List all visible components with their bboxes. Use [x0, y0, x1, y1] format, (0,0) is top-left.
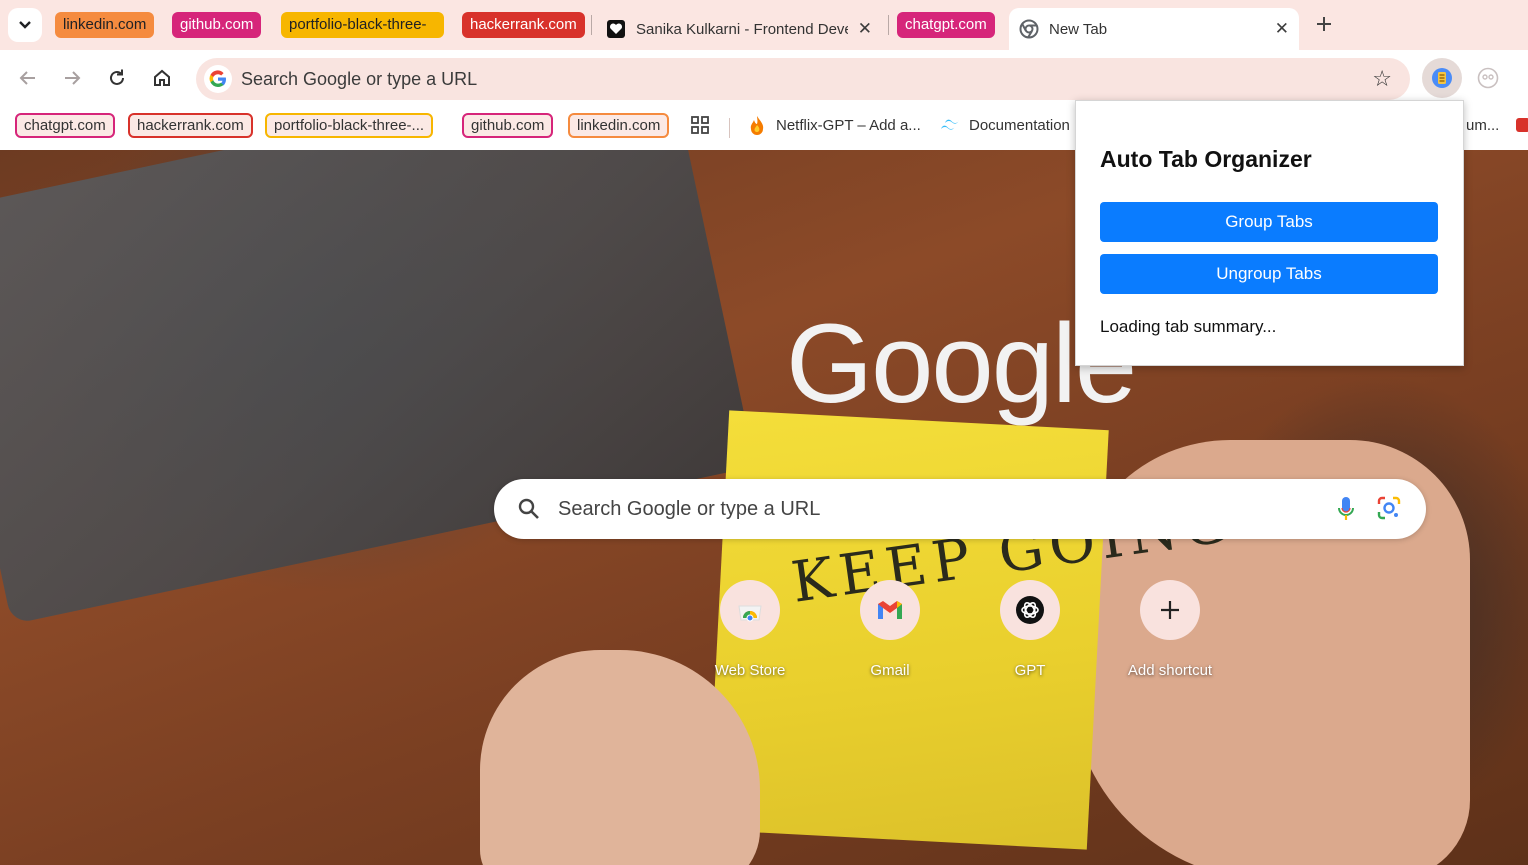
- search-icon: [518, 498, 539, 519]
- reload-icon: [110, 69, 124, 85]
- back-button[interactable]: [14, 64, 42, 92]
- shortcut-label: Gmail: [870, 662, 910, 679]
- firebase-flame-icon: [750, 116, 764, 135]
- shortcut-web-store[interactable]: Web Store: [694, 580, 806, 684]
- extension-button-tab-organizer[interactable]: [1422, 58, 1462, 98]
- tab-group-github[interactable]: github.com: [172, 12, 262, 38]
- tab-strip: linkedin.com github.com portfolio-black-…: [0, 0, 1528, 50]
- background-laptop: [0, 150, 756, 625]
- bookmark-group-linkedin[interactable]: linkedin.com: [568, 113, 670, 138]
- arrow-left-icon: [19, 71, 35, 85]
- bookmark-overflow-icon[interactable]: [1516, 114, 1528, 136]
- webstore-icon: [720, 580, 780, 640]
- tab-group-hackerrank[interactable]: hackerrank.com: [462, 12, 585, 38]
- tab-search-button[interactable]: [8, 8, 42, 42]
- extension-button-face[interactable]: [1472, 62, 1504, 94]
- tab-title: Sanika Kulkarni - Frontend Deve: [636, 20, 848, 38]
- tab-group-linkedin[interactable]: linkedin.com: [55, 12, 155, 38]
- address-bar-text: Search Google or type a URL: [241, 69, 478, 89]
- newtab-search-box[interactable]: Search Google or type a URL: [494, 479, 1426, 539]
- reload-button[interactable]: [103, 64, 131, 92]
- plus-icon: [1140, 580, 1200, 640]
- bookmark-group-chatgpt[interactable]: chatgpt.com: [15, 113, 115, 138]
- tab-portfolio[interactable]: Sanika Kulkarni - Frontend Deve ✕: [596, 8, 882, 50]
- openai-icon: [1000, 580, 1060, 640]
- microphone-icon[interactable]: [1336, 495, 1356, 523]
- face-extension-icon: [1477, 67, 1499, 89]
- shortcut-gpt[interactable]: GPT: [974, 580, 1086, 684]
- close-tab-icon[interactable]: ✕: [1275, 19, 1289, 39]
- extension-popup: Auto Tab Organizer Group Tabs Ungroup Ta…: [1075, 100, 1464, 366]
- close-tab-icon[interactable]: ✕: [858, 19, 872, 39]
- bookmark-group-portfolio[interactable]: portfolio-black-three-...: [265, 113, 434, 138]
- tab-group-chatgpt[interactable]: chatgpt.com: [897, 12, 995, 38]
- gmail-icon: [860, 580, 920, 640]
- bookmark-group-hackerrank[interactable]: hackerrank.com: [128, 113, 253, 138]
- home-icon: [154, 69, 170, 86]
- chevron-down-icon: [19, 21, 31, 29]
- tab-separator: [888, 15, 889, 35]
- bookmark-documentation[interactable]: Documentation: [940, 114, 1070, 136]
- plus-icon: [1317, 17, 1331, 31]
- bookmark-label: um...: [1466, 116, 1500, 134]
- shortcut-label: GPT: [1014, 662, 1046, 679]
- group-tabs-button[interactable]: Group Tabs: [1100, 202, 1438, 242]
- arrow-right-icon: [65, 71, 81, 85]
- tab-separator: [591, 15, 592, 35]
- tailwind-icon: [941, 119, 959, 130]
- apps-grid-icon: [691, 116, 709, 134]
- bookmark-label: Documentation: [969, 116, 1070, 134]
- chrome-favicon-icon: [1019, 19, 1039, 39]
- shortcut-label: Web Store: [714, 662, 786, 679]
- apps-grid-button[interactable]: [690, 114, 710, 136]
- popup-title: Auto Tab Organizer: [1100, 146, 1312, 172]
- bookmark-star-icon[interactable]: ☆: [1372, 66, 1392, 92]
- tab-group-portfolio[interactable]: portfolio-black-three-: [281, 12, 444, 38]
- forward-button[interactable]: [58, 64, 86, 92]
- tab-summary-status: Loading tab summary...: [1100, 317, 1277, 336]
- google-g-icon: [204, 65, 232, 93]
- bookmark-netflix-gpt[interactable]: Netflix-GPT – Add a...: [748, 114, 921, 136]
- home-button[interactable]: [148, 64, 176, 92]
- bookmark-label: Netflix-GPT – Add a...: [776, 116, 921, 134]
- bookmark-partial[interactable]: um...: [1466, 114, 1499, 136]
- ungroup-tabs-button[interactable]: Ungroup Tabs: [1100, 254, 1438, 294]
- address-bar[interactable]: Search Google or type a URL ☆: [196, 58, 1410, 100]
- google-lens-icon[interactable]: [1376, 495, 1402, 521]
- search-placeholder: Search Google or type a URL: [558, 498, 821, 520]
- tab-organizer-extension-icon: [1432, 68, 1452, 88]
- tab-new-tab[interactable]: New Tab ✕: [1009, 8, 1299, 50]
- bookmark-separator: [729, 118, 730, 138]
- tab-title: New Tab: [1049, 20, 1108, 38]
- shortcut-add[interactable]: Add shortcut: [1114, 580, 1226, 684]
- bookmark-group-github[interactable]: github.com: [462, 113, 554, 138]
- browser-toolbar: Search Google or type a URL ☆: [0, 50, 1528, 106]
- heart-favicon-icon: [607, 20, 625, 38]
- new-tab-button[interactable]: [1310, 10, 1338, 38]
- shortcut-gmail[interactable]: Gmail: [834, 580, 946, 684]
- shortcut-label: Add shortcut: [1127, 662, 1213, 679]
